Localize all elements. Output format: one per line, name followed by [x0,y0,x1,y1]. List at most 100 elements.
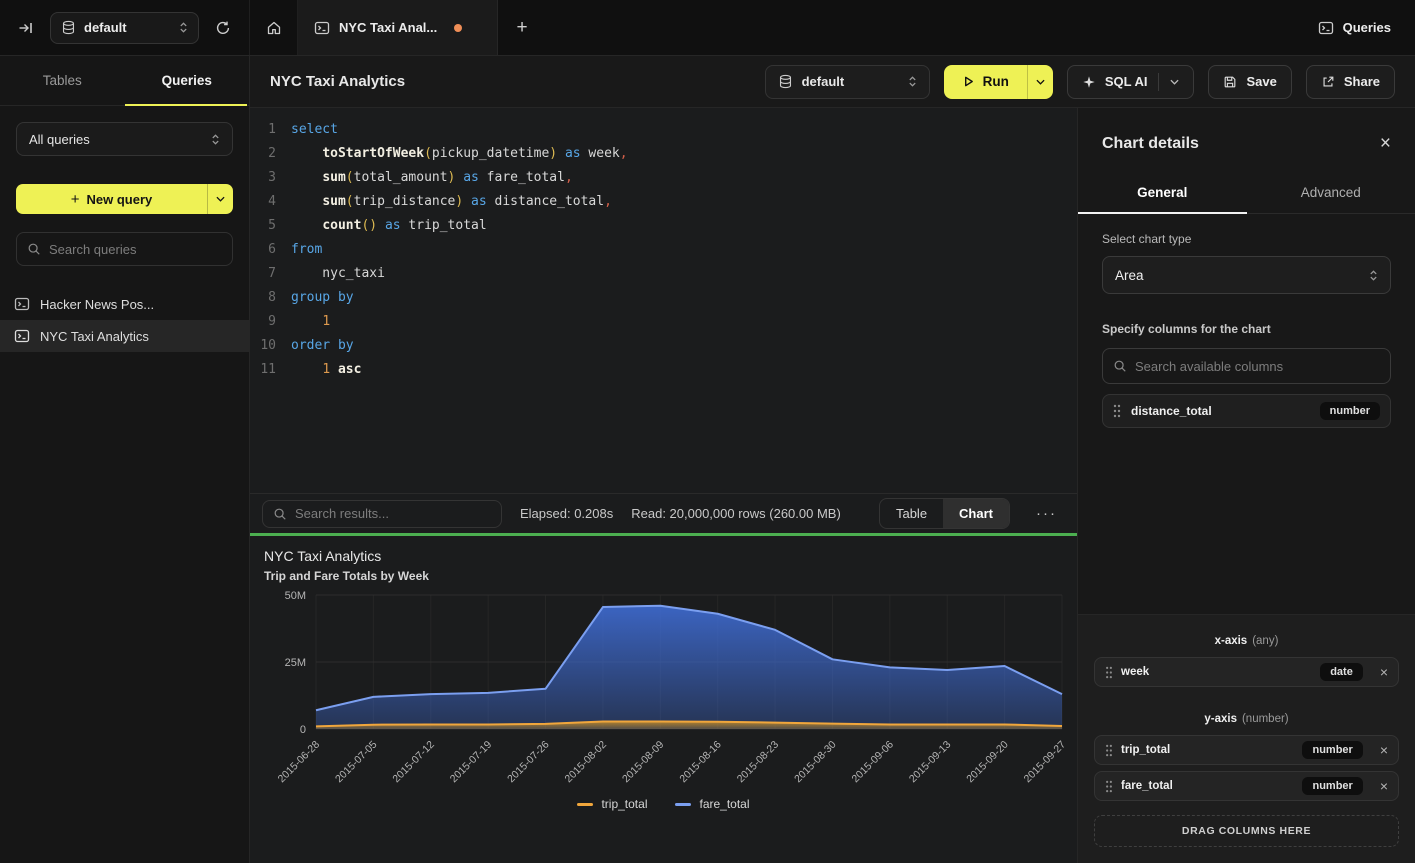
tab-general[interactable]: General [1078,171,1247,213]
tab-nyc-taxi-analytics[interactable]: NYC Taxi Anal... [298,0,498,55]
chevron-down-icon [216,196,225,202]
updown-chevron-icon [179,21,188,34]
drop-zone[interactable]: DRAG COLUMNS HERE [1094,815,1399,847]
code-line[interactable]: 10order by [250,334,1077,358]
column-type-badge: number [1320,402,1380,420]
queries-button[interactable]: Queries [1318,20,1391,36]
sql-ai-button[interactable]: SQL AI [1067,65,1195,99]
code-line[interactable]: 6from [250,238,1077,262]
refresh-icon [215,20,231,36]
sidebar-tab-tables[interactable]: Tables [0,56,125,105]
drag-handle-icon[interactable] [1113,404,1121,418]
columns-search[interactable] [1102,348,1391,384]
chart-details-header: Chart details × [1078,108,1415,171]
columns-search-input[interactable] [1135,359,1380,374]
topbar-database-selector[interactable]: default [50,12,199,44]
legend-label: trip_total [601,797,647,811]
share-button[interactable]: Share [1306,65,1395,99]
chart-type-select[interactable]: Area [1102,256,1391,294]
chart-subtitle: Trip and Fare Totals by Week [264,569,1063,583]
view-table-button[interactable]: Table [880,499,943,528]
save-button[interactable]: Save [1208,65,1291,99]
sidebar-tab-queries[interactable]: Queries [125,56,250,105]
column-type-badge: date [1320,663,1363,681]
header-actions: default Run [765,65,1395,99]
code-line[interactable]: 4 sum(trip_distance) as distance_total, [250,190,1077,214]
new-query-button[interactable]: + New query [16,184,233,214]
tab-home[interactable] [250,0,298,55]
drag-handle-icon[interactable] [1105,780,1113,793]
columns-label: Specify columns for the chart [1102,322,1391,336]
results-chart[interactable]: 2015-06-282015-07-052015-07-122015-07-19… [264,589,1074,795]
console-icon [14,328,30,344]
x-axis-label: x-axis (any) [1094,635,1399,647]
query-search[interactable] [16,232,233,266]
svg-text:2015-06-28: 2015-06-28 [276,739,323,786]
save-icon [1223,75,1237,89]
save-label: Save [1246,74,1276,89]
header-database-value: default [802,74,899,89]
tabstrip: NYC Taxi Anal... + [250,0,546,55]
header-database-selector[interactable]: default [765,65,930,99]
new-tab-button[interactable]: + [498,0,546,55]
drag-handle-icon[interactable] [1105,744,1113,757]
code-line[interactable]: 2 toStartOfWeek(pickup_datetime) as week… [250,142,1077,166]
svg-text:2015-08-16: 2015-08-16 [677,739,724,786]
y-axis-column-fare-total[interactable]: fare_total number × [1094,771,1399,801]
svg-text:0: 0 [300,724,306,736]
line-number: 6 [250,238,276,262]
legend-item[interactable]: trip_total [577,797,647,811]
legend-item[interactable]: fare_total [675,797,749,811]
code-line[interactable]: 7 nyc_taxi [250,262,1077,286]
column-name: fare_total [1121,780,1173,792]
x-axis-column-week[interactable]: week date × [1094,657,1399,687]
remove-icon[interactable]: × [1380,665,1388,679]
updown-chevron-icon [211,133,220,146]
results-search-input[interactable] [295,506,491,521]
query-list-item[interactable]: NYC Taxi Analytics [0,320,249,352]
refresh-button[interactable] [209,14,237,42]
code-line[interactable]: 11 1 asc [250,358,1077,382]
remove-icon[interactable]: × [1380,743,1388,757]
sql-editor[interactable]: 1select2 toStartOfWeek(pickup_datetime) … [250,108,1077,493]
y-axis-column-trip-total[interactable]: trip_total number × [1094,735,1399,765]
query-filter-select[interactable]: All queries [16,122,233,156]
code-line[interactable]: 3 sum(total_amount) as fare_total, [250,166,1077,190]
new-query-caret-button[interactable] [207,184,233,214]
results-search[interactable] [262,500,502,528]
query-list-item[interactable]: Hacker News Pos... [0,288,249,320]
console-icon [314,20,330,36]
code-line[interactable]: 1select [250,118,1077,142]
new-query-label: New query [87,192,153,207]
tab-advanced[interactable]: Advanced [1247,171,1415,213]
code-line[interactable]: 8group by [250,286,1077,310]
column-name: week [1121,666,1149,678]
svg-text:2015-07-26: 2015-07-26 [505,739,552,786]
chart-details-panel: Chart details × General Advanced Select … [1077,108,1415,863]
drag-handle-icon[interactable] [1105,666,1113,679]
x-axis-name: x-axis [1215,635,1248,647]
code-line[interactable]: 5 count() as trip_total [250,214,1077,238]
updown-chevron-icon [908,75,917,88]
run-button[interactable]: Run [944,65,1053,99]
code-line[interactable]: 9 1 [250,310,1077,334]
divider [1158,73,1159,91]
queries-icon [1318,20,1334,36]
query-search-input[interactable] [49,242,222,257]
more-options-button[interactable]: ··· [1028,505,1065,522]
updown-chevron-icon [1369,269,1378,282]
remove-icon[interactable]: × [1380,779,1388,793]
collapse-sidebar-button[interactable] [12,14,40,42]
legend-swatch [577,803,593,806]
run-button-main[interactable]: Run [944,65,1027,99]
column-name: distance_total [1131,404,1212,418]
close-icon[interactable]: × [1380,134,1391,153]
run-caret-button[interactable] [1027,65,1053,99]
svg-text:2015-07-12: 2015-07-12 [390,739,437,786]
available-column-distance-total[interactable]: distance_total number [1102,394,1391,428]
new-query-main[interactable]: + New query [16,184,207,214]
share-icon [1321,75,1335,89]
svg-text:2015-08-02: 2015-08-02 [563,739,610,786]
view-chart-button[interactable]: Chart [943,499,1009,528]
chevron-down-icon[interactable] [1170,79,1179,85]
